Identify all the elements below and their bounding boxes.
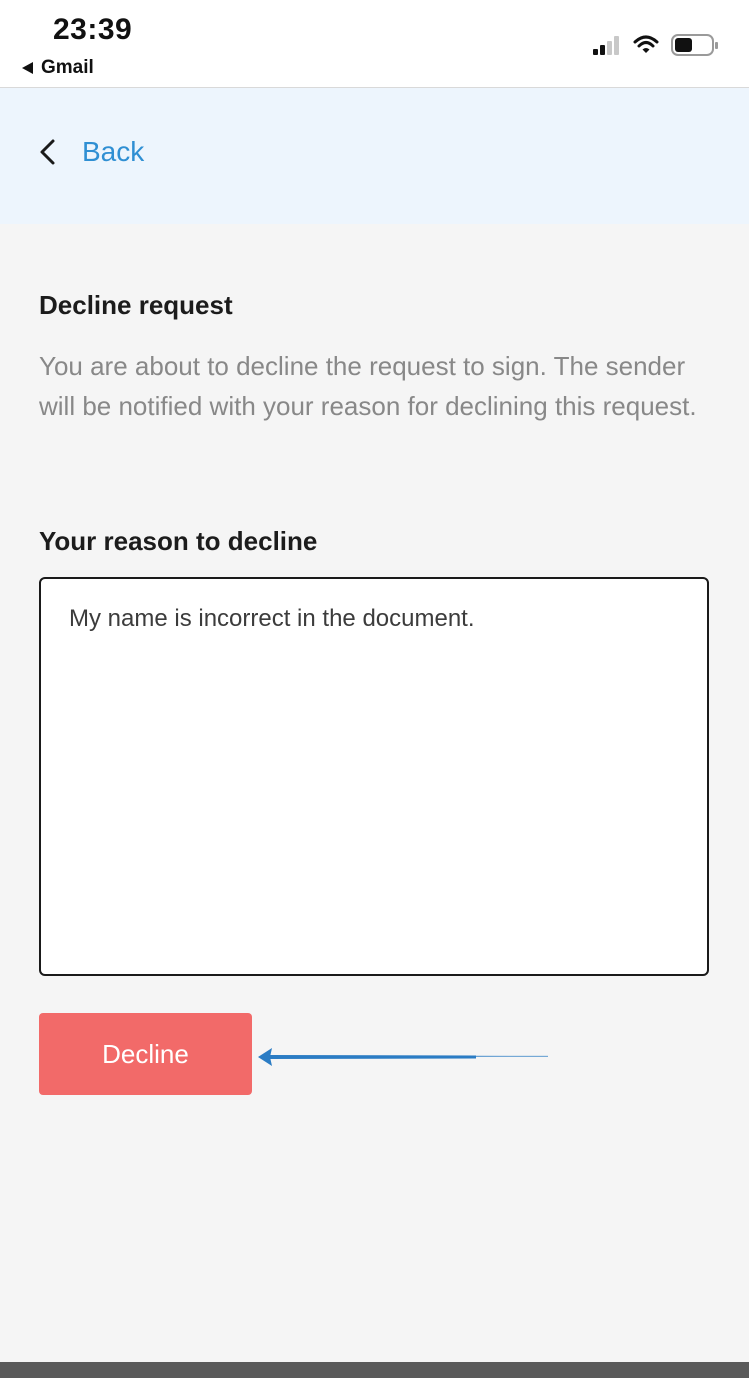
home-indicator-strip xyxy=(0,1362,749,1378)
battery-icon xyxy=(671,34,718,56)
wifi-icon xyxy=(633,35,659,53)
system-icons xyxy=(593,33,719,57)
decline-description: You are about to decline the request to … xyxy=(39,351,697,421)
reason-field-label: Your reason to decline xyxy=(39,526,318,556)
page-title: Decline request xyxy=(39,290,233,320)
back-button[interactable]: Back xyxy=(38,136,144,168)
decline-button[interactable]: Decline xyxy=(39,1013,252,1095)
cellular-signal-icon xyxy=(593,35,621,55)
status-time: 23:39 xyxy=(53,13,133,46)
navigation-header: Back xyxy=(0,88,749,224)
back-app-label: Gmail xyxy=(41,57,94,78)
back-label: Back xyxy=(82,136,145,167)
status-bar: 23:39 Gmail xyxy=(0,0,749,88)
reason-textarea[interactable]: My name is incorrect in the document. xyxy=(39,577,709,976)
back-triangle-icon xyxy=(22,62,33,74)
back-to-app-link[interactable]: Gmail xyxy=(22,57,94,79)
annotation-arrow-icon xyxy=(258,1048,548,1066)
chevron-left-icon xyxy=(40,139,55,165)
